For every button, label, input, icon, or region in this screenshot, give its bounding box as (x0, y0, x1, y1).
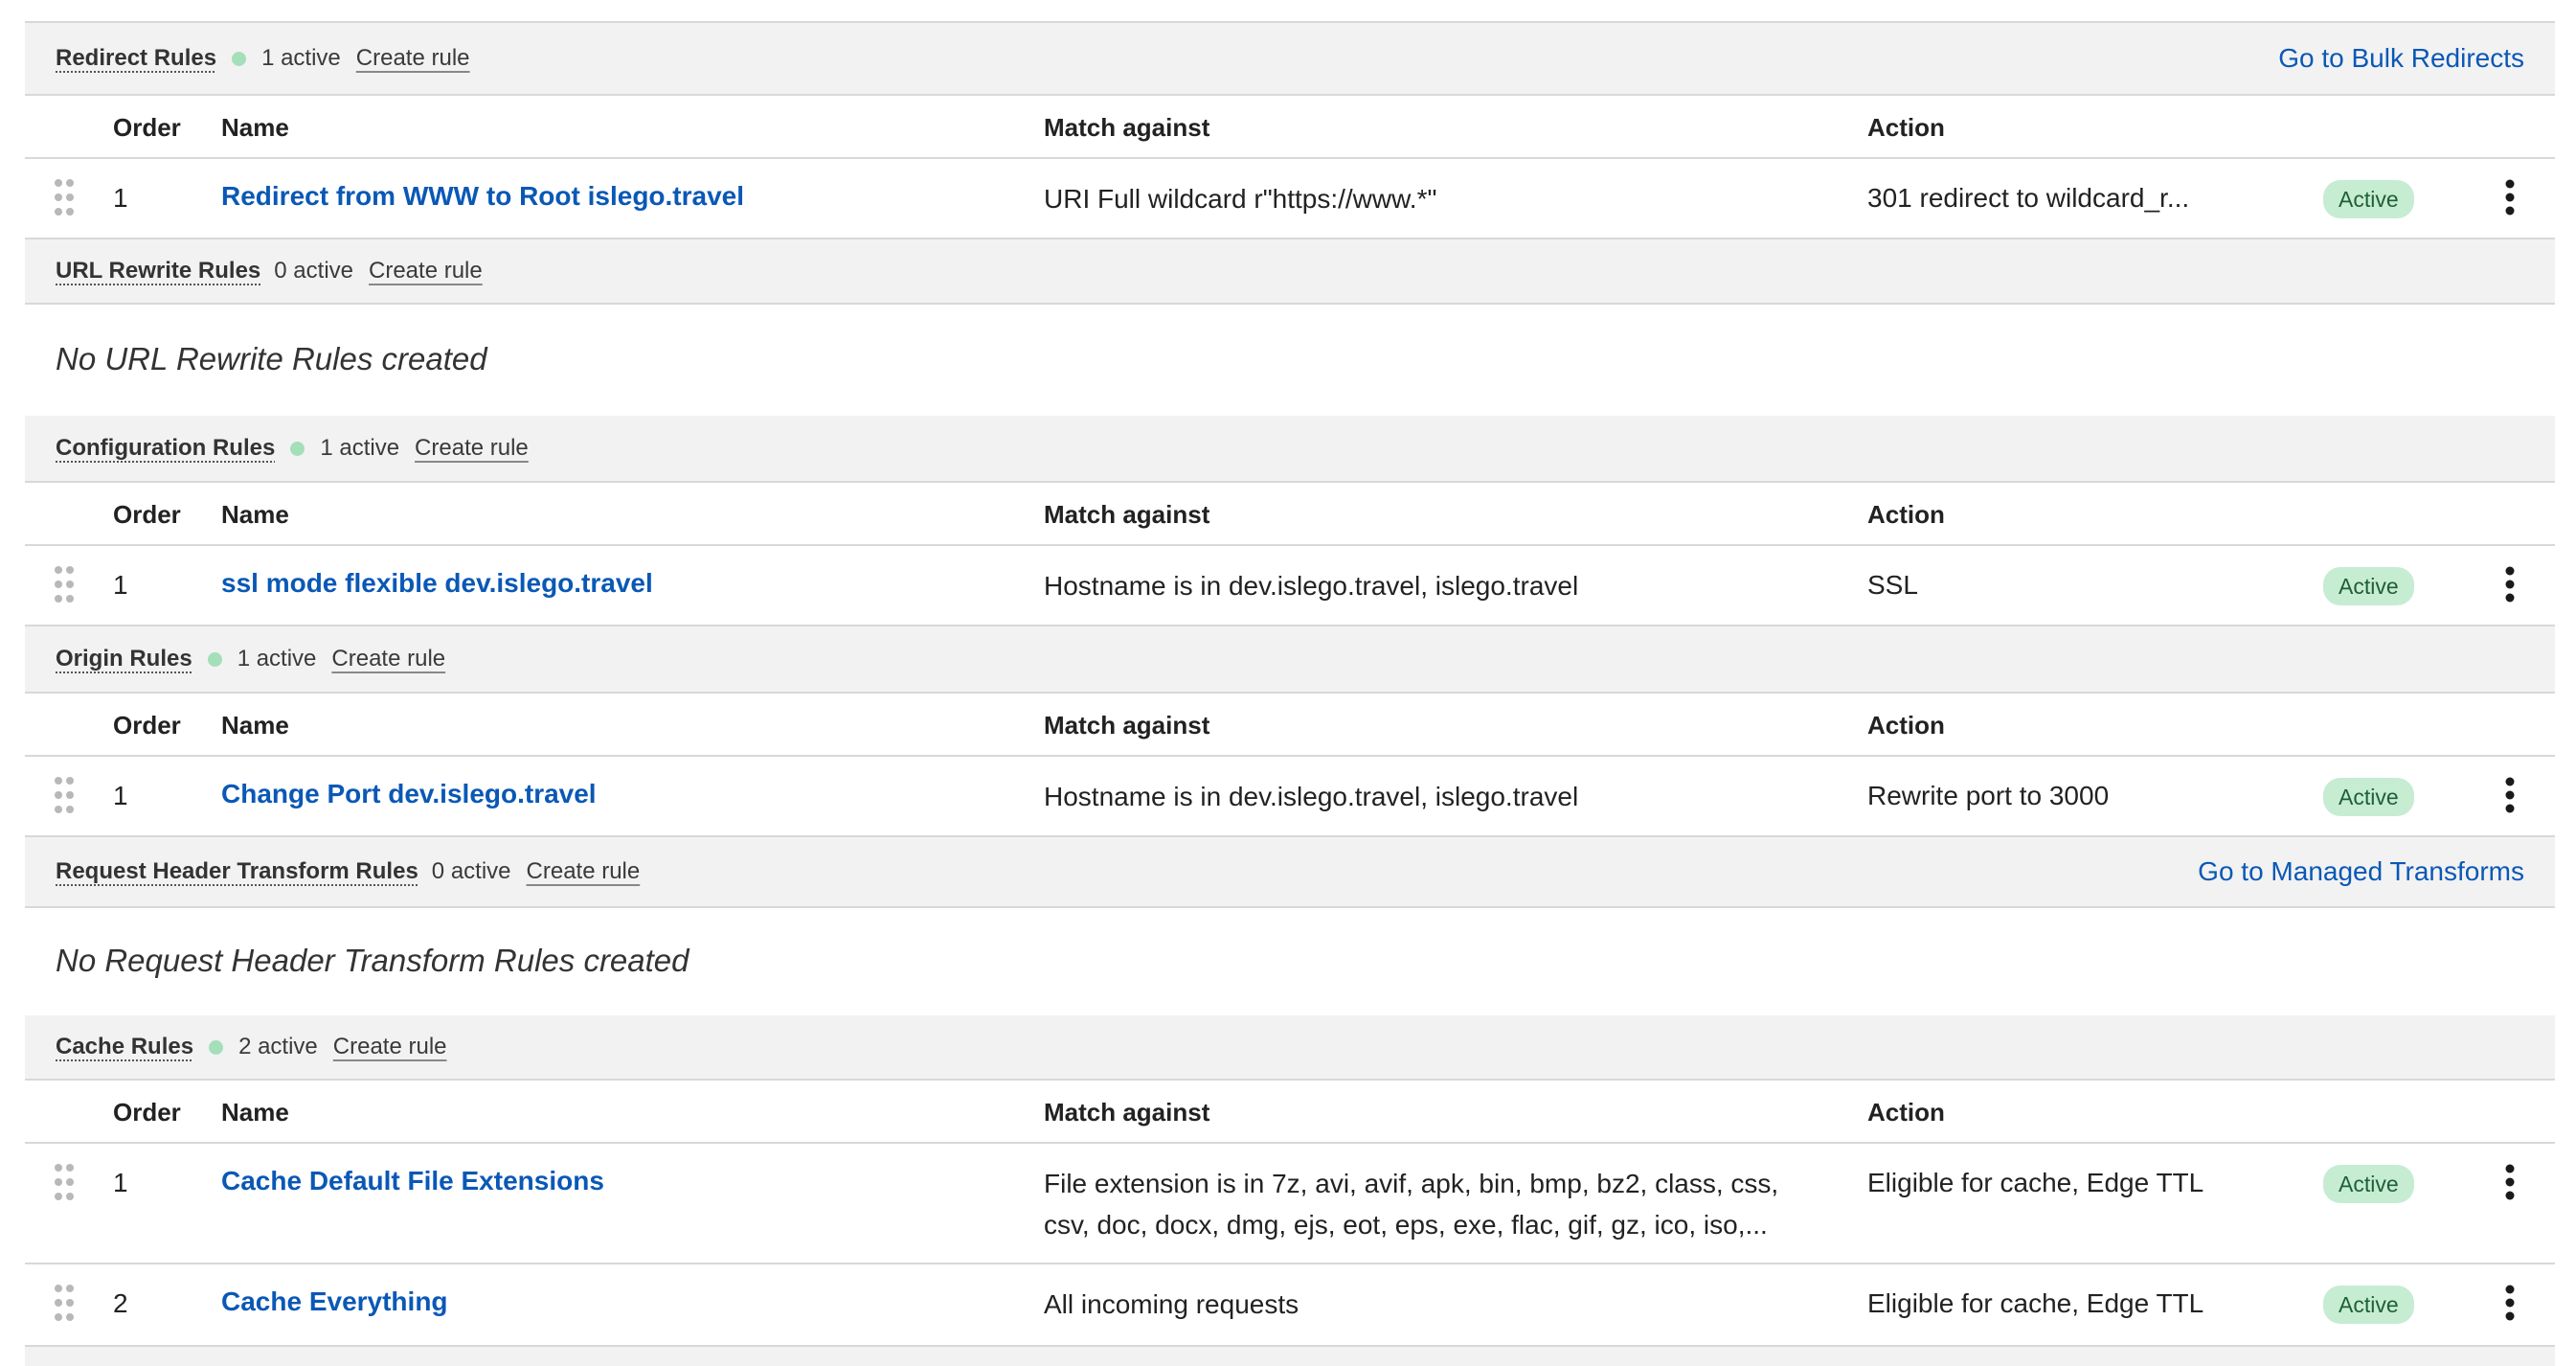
active-status-dot (209, 1039, 224, 1055)
section-header-origin: Origin Rules 1 active Create rule (25, 626, 2555, 694)
column-action: Action (1867, 113, 1945, 142)
column-match: Match against (1044, 711, 1210, 740)
section-header-cache: Cache Rules 2 active Create rule (25, 1015, 2555, 1081)
section-header-url-rewrite: URL Rewrite Rules 0 active Create rule (25, 239, 2555, 305)
section-title[interactable]: Configuration Rules (56, 435, 275, 462)
rule-action: 301 redirect to wildcard_r... (1867, 183, 2190, 213)
drag-handle-icon[interactable] (54, 1284, 75, 1322)
section-title[interactable]: Request Header Transform Rules (56, 858, 418, 885)
rule-match: URI Full wildcard r"https://www.*" (1044, 184, 1437, 214)
kebab-menu-icon[interactable] (2496, 776, 2524, 814)
column-order: Order (113, 500, 181, 529)
column-order: Order (113, 711, 181, 740)
rule-action: SSL (1867, 570, 1918, 600)
rules-list: Redirect Rules 1 active Create rule Go t… (25, 21, 2555, 1366)
active-count: 0 active (274, 258, 353, 284)
rule-match: Hostname is in dev.islego.travel, islego… (1044, 571, 1579, 601)
active-status-dot (232, 51, 247, 66)
kebab-menu-icon[interactable] (2496, 1163, 2524, 1201)
managed-transforms-link[interactable]: Go to Managed Transforms (2198, 856, 2524, 887)
section-title[interactable]: Origin Rules (56, 646, 192, 672)
rule-name-link[interactable]: Cache Default File Extensions (221, 1166, 604, 1196)
column-name: Name (221, 1098, 289, 1127)
column-header-row: Order Name Match against Action (25, 96, 2555, 159)
column-action: Action (1867, 1098, 1945, 1127)
create-rule-link[interactable]: Create rule (415, 435, 529, 462)
status-badge: Active (2323, 180, 2414, 218)
empty-message: No Request Header Transform Rules create… (56, 943, 689, 978)
empty-state: No Request Header Transform Rules create… (25, 908, 2555, 1015)
active-count: 0 active (431, 858, 511, 884)
column-header-row: Order Name Match against Action (25, 1081, 2555, 1144)
bulk-redirects-link[interactable]: Go to Bulk Redirects (2278, 43, 2524, 74)
rule-row: 1 Cache Default File Extensions File ext… (25, 1144, 2555, 1264)
rule-match: File extension is in 7z, avi, avif, apk,… (1044, 1163, 1829, 1245)
section-title[interactable]: Redirect Rules (56, 45, 216, 72)
empty-state: No URL Rewrite Rules created (25, 305, 2555, 416)
column-name: Name (221, 711, 289, 740)
kebab-menu-icon[interactable] (2496, 1284, 2524, 1322)
active-status-dot (290, 441, 305, 456)
drag-handle-icon[interactable] (54, 178, 75, 216)
rule-order: 1 (113, 183, 128, 213)
active-count: 1 active (237, 646, 317, 672)
drag-handle-icon[interactable] (54, 776, 75, 814)
status-badge: Active (2323, 1165, 2414, 1203)
empty-message: No URL Rewrite Rules created (56, 341, 487, 376)
column-action: Action (1867, 711, 1945, 740)
create-rule-link[interactable]: Create rule (356, 45, 470, 72)
rule-action: Eligible for cache, Edge TTL (1867, 1288, 2204, 1318)
active-status-dot (207, 651, 222, 667)
drag-handle-icon[interactable] (54, 1163, 75, 1201)
create-rule-link[interactable]: Create rule (369, 258, 483, 285)
rule-action: Eligible for cache, Edge TTL (1867, 1168, 2204, 1197)
rule-row: 1 Redirect from WWW to Root islego.trave… (25, 159, 2555, 239)
column-order: Order (113, 113, 181, 142)
drag-handle-icon[interactable] (54, 565, 75, 603)
column-match: Match against (1044, 113, 1210, 142)
column-name: Name (221, 500, 289, 529)
section-header-request-header: Request Header Transform Rules 0 active … (25, 837, 2555, 908)
section-title[interactable]: Cache Rules (56, 1034, 193, 1060)
section-header-configuration: Configuration Rules 1 active Create rule (25, 416, 2555, 483)
status-badge: Active (2323, 778, 2414, 816)
column-header-row: Order Name Match against Action (25, 694, 2555, 757)
section-title[interactable]: URL Rewrite Rules (56, 258, 260, 285)
rule-name-link[interactable]: ssl mode flexible dev.islego.travel (221, 568, 653, 599)
active-count: 1 active (261, 45, 341, 71)
rule-row: 1 ssl mode flexible dev.islego.travel Ho… (25, 546, 2555, 626)
rule-order: 1 (113, 1168, 128, 1197)
rule-name-link[interactable]: Change Port dev.islego.travel (221, 779, 597, 809)
column-name: Name (221, 113, 289, 142)
column-header-row: Order Name Match against Action (25, 483, 2555, 546)
section-header-redirect: Redirect Rules 1 active Create rule Go t… (25, 23, 2555, 96)
rule-match: All incoming requests (1044, 1289, 1299, 1319)
rule-match: Hostname is in dev.islego.travel, islego… (1044, 782, 1579, 811)
rule-match-line: csv, doc, docx, dmg, ejs, eot, eps, exe,… (1044, 1210, 1768, 1240)
column-order: Order (113, 1098, 181, 1127)
rule-row: 1 Change Port dev.islego.travel Hostname… (25, 757, 2555, 837)
create-rule-link[interactable]: Create rule (527, 858, 641, 885)
status-badge: Active (2323, 1286, 2414, 1324)
column-action: Action (1867, 500, 1945, 529)
create-rule-link[interactable]: Create rule (333, 1034, 447, 1060)
status-badge: Active (2323, 567, 2414, 605)
active-count: 2 active (238, 1034, 318, 1059)
rule-name-link[interactable]: Redirect from WWW to Root islego.travel (221, 181, 744, 212)
rule-name-link[interactable]: Cache Everything (221, 1286, 448, 1317)
rule-match-line: File extension is in 7z, avi, avif, apk,… (1044, 1169, 1779, 1198)
active-count: 1 active (320, 435, 400, 461)
rule-action: Rewrite port to 3000 (1867, 781, 2110, 810)
column-match: Match against (1044, 1098, 1210, 1127)
rule-order: 1 (113, 781, 128, 810)
rule-order: 1 (113, 570, 128, 600)
column-match: Match against (1044, 500, 1210, 529)
rule-row: 2 Cache Everything All incoming requests… (25, 1264, 2555, 1347)
create-rule-link[interactable]: Create rule (331, 646, 445, 672)
next-section-header (25, 1347, 2555, 1366)
kebab-menu-icon[interactable] (2496, 565, 2524, 603)
rule-order: 2 (113, 1288, 128, 1318)
kebab-menu-icon[interactable] (2496, 178, 2524, 216)
